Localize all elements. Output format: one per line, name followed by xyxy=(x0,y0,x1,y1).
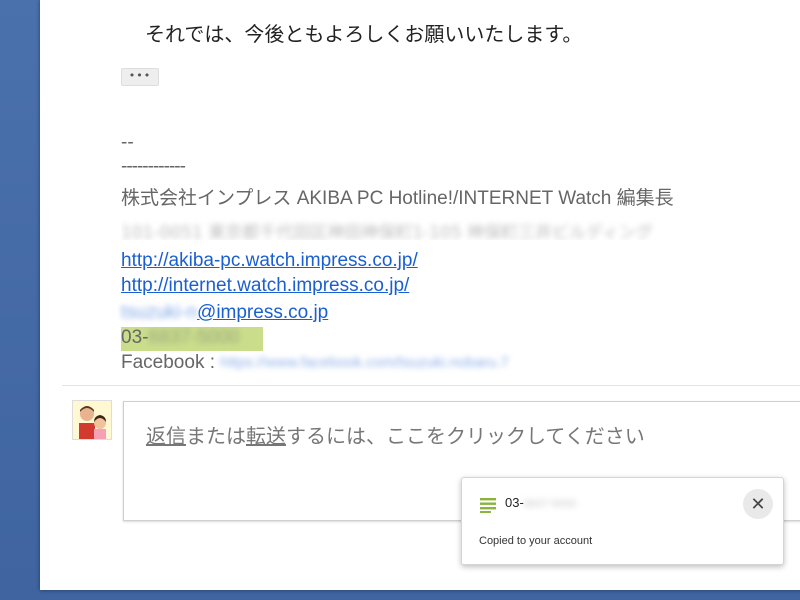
reply-divider xyxy=(62,385,800,386)
avatar-image xyxy=(73,401,111,439)
toast-message: Copied to your account xyxy=(479,535,593,547)
desktop-background-bottom xyxy=(0,590,800,600)
list-icon xyxy=(480,498,496,513)
signature-email-link[interactable]: tsuzuki-n@impress.co.jp xyxy=(121,302,328,324)
phone-number-redacted: 6837-5000 xyxy=(148,327,240,348)
toast-phone: 03-6837-5000 xyxy=(505,495,577,510)
signature-separator-long: ------------ xyxy=(121,156,186,177)
show-trimmed-content-button[interactable]: ••• xyxy=(121,68,159,86)
forward-link[interactable]: 転送 xyxy=(246,424,286,448)
desktop-background xyxy=(0,0,40,600)
email-closing-line: それでは、今後ともよろしくお願いいたします。 xyxy=(145,22,583,46)
signature-company: 株式会社インプレス AKIBA PC Hotline!/INTERNET Wat… xyxy=(121,188,674,209)
signature-facebook: Facebook : https://www.facebook.com/tsuz… xyxy=(121,352,650,374)
email-user-redacted: tsuzuki-n xyxy=(121,302,198,323)
signature-separator: -- xyxy=(121,132,134,153)
close-icon[interactable]: ✕ xyxy=(743,489,773,519)
signature-address-redacted: 101-0051 東京都千代田区神田神保町1-105 神保町三井ビルディング xyxy=(121,223,653,240)
signature-link-akiba[interactable]: http://akiba-pc.watch.impress.co.jp/ xyxy=(121,250,418,272)
signature-phone-highlighted[interactable]: 03-6837-5000 xyxy=(121,327,263,351)
avatar xyxy=(72,400,112,440)
toast-phone-redacted: 6837-5000 xyxy=(523,498,577,510)
copied-toast: 03-6837-5000 ✕ Copied to your account xyxy=(461,477,784,565)
facebook-link-redacted[interactable]: https://www.facebook.com/tsuzuki.nobaru.… xyxy=(220,354,650,371)
facebook-label: Facebook : xyxy=(121,352,215,373)
email-domain: @impress.co.jp xyxy=(197,302,329,323)
reply-prompt: 返信または転送するには、ここをクリックしてください xyxy=(146,424,645,448)
signature-link-internet[interactable]: http://internet.watch.impress.co.jp/ xyxy=(121,275,409,297)
reply-link[interactable]: 返信 xyxy=(146,424,186,448)
phone-prefix: 03- xyxy=(121,327,149,348)
